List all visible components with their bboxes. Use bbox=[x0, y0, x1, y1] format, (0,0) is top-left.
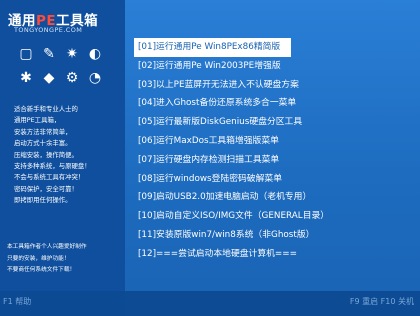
intro-line: 即拷即用任何操作。 bbox=[14, 196, 72, 205]
intro-line: 启动方式十余丰富。 bbox=[14, 139, 72, 148]
power-key-hints[interactable]: F9 重启 F10 关机 bbox=[350, 296, 414, 307]
footer-line: 不要商任何系统文件下载！ bbox=[7, 267, 76, 274]
menu-item-09[interactable]: [09]启动USB2.0加速电脑启动（老机专用） bbox=[136, 188, 412, 207]
menu-item-06[interactable]: [06]运行MaxDos工具箱增强版菜单 bbox=[136, 132, 412, 151]
boot-menu-screen: 通用PE工具箱 TONGYONGPE.COM ▢ ✎ ✷ ◐ ✱ ◆ ⚙ ◔ 适… bbox=[0, 0, 420, 316]
footer-line: 本工具箱作者个人兴趣爱好制作 bbox=[7, 244, 87, 250]
intro-text: 适合新手和专业人士的 通用PE工具箱， 安装方法非常简单， 启动方式十余丰富。 … bbox=[14, 104, 116, 207]
intro-line: 通用PE工具箱， bbox=[14, 116, 61, 125]
footer-note: 本工具箱作者个人兴趣爱好制作 只要的安装，维护功能！ 不要商任何系统文件下载！ bbox=[7, 242, 122, 277]
gear-icon: ⚙ bbox=[65, 70, 79, 86]
menu-item-04[interactable]: [04]进入Ghost备份还原系统多合一菜单 bbox=[136, 94, 412, 113]
edit-icon: ✎ bbox=[43, 46, 55, 62]
menu-item-07[interactable]: [07]运行硬盘内存检测扫描工具菜单 bbox=[136, 151, 412, 170]
diamond-icon: ◆ bbox=[43, 70, 55, 86]
pie-icon: ◔ bbox=[88, 70, 102, 86]
window-icon: ▢ bbox=[19, 46, 33, 62]
asterisk-icon: ✱ bbox=[20, 70, 32, 86]
help-key-hint[interactable]: F1 帮助 bbox=[3, 296, 31, 307]
menu-item-03[interactable]: [03]以上PE蓝屏开无法进入不认硬盘方案 bbox=[136, 76, 412, 95]
intro-line: 压缩安装，操作简便。 bbox=[14, 150, 78, 159]
intro-line: 密码保护，安全可靠！ bbox=[14, 184, 78, 193]
intro-line: 安装方法非常简单， bbox=[14, 127, 72, 136]
boot-menu: [01]运行通用Pe Win8PEx86精简版 [02]运行通用Pe Win20… bbox=[134, 38, 412, 264]
star-icon: ✷ bbox=[66, 46, 78, 62]
menu-item-08[interactable]: [08]运行windows登陆密码破解菜单 bbox=[136, 170, 412, 189]
contrast-icon: ◐ bbox=[88, 46, 102, 62]
intro-line: 不会与系统工具有冲突！ bbox=[14, 173, 85, 182]
footer-line: 只要的安装，维护功能！ bbox=[7, 255, 70, 262]
logo-url: TONGYONGPE.COM bbox=[14, 26, 83, 34]
menu-item-02[interactable]: [02]运行通用Pe Win2003PE增强版 bbox=[136, 57, 412, 76]
left-info-panel: 通用PE工具箱 TONGYONGPE.COM ▢ ✎ ✷ ◐ ✱ ◆ ⚙ ◔ 适… bbox=[0, 0, 125, 316]
menu-item-12[interactable]: [12]===尝试启动本地硬盘计算机=== bbox=[136, 245, 412, 264]
feature-icon-grid: ▢ ✎ ✷ ◐ ✱ ◆ ⚙ ◔ bbox=[16, 44, 108, 92]
menu-item-10[interactable]: [10]启动自定义ISO/IMG文件（GENERAL目录） bbox=[136, 207, 412, 226]
menu-item-11[interactable]: [11]安装原版win7/win8系统（非Ghost版） bbox=[136, 226, 412, 245]
intro-line: 支持多种系统，与原硬盘！ bbox=[14, 162, 91, 171]
intro-line: 适合新手和专业人士的 bbox=[14, 105, 78, 113]
menu-item-05[interactable]: [05]运行最新版DiskGenius硬盘分区工具 bbox=[136, 113, 412, 132]
menu-item-01[interactable]: [01]运行通用Pe Win8PEx86精简版 bbox=[134, 38, 291, 57]
